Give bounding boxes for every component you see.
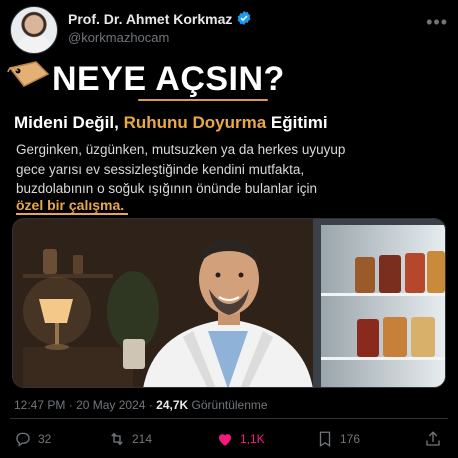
heart-icon (219, 434, 231, 446)
subtitle-part1: Mideni Değil, (14, 113, 124, 132)
avatar[interactable] (10, 6, 58, 54)
author-handle[interactable]: @korkmazhocam (68, 30, 169, 45)
highlight-text: özel bir çalışma. (16, 197, 125, 213)
like-button[interactable]: 1,1K (216, 428, 265, 450)
meta-separator: · (68, 398, 73, 412)
verified-badge-icon (237, 11, 251, 25)
action-bar: 32 214 1,1K 176 (14, 428, 444, 450)
reply-count: 32 (38, 432, 52, 446)
bookmark-count: 176 (340, 432, 361, 446)
more-options-icon[interactable]: ••• (426, 12, 448, 33)
price-tag-icon (7, 61, 50, 87)
repost-count: 214 (132, 432, 153, 446)
subtitle-part2: Eğitimi (266, 113, 328, 132)
divider (10, 418, 448, 419)
share-icon (426, 431, 440, 446)
post-image[interactable] (12, 218, 446, 388)
subtitle-accent: Ruhunu Doyurma (123, 113, 267, 132)
post-date[interactable]: 20 May 2024 (76, 398, 145, 412)
like-count: 1,1K (240, 432, 265, 446)
highlight-underline (16, 213, 128, 215)
tweet-header: Prof. Dr. Ahmet Korkmaz @korkmazhocam ••… (10, 6, 448, 54)
post-time[interactable]: 12:47 PM (14, 398, 65, 412)
reply-icon (16, 432, 30, 447)
body-line: buzdolabının o soğuk ışığının önünde bul… (16, 181, 317, 196)
author-name[interactable]: Prof. Dr. Ahmet Korkmaz (68, 11, 232, 27)
subtitle: Mideni Değil, Ruhunu Doyurma Eğitimi (14, 113, 328, 133)
post-body: Gerginken, üzgünken, mutsuzken ya da her… (16, 140, 416, 199)
headline-underline (138, 99, 268, 101)
bookmark-icon (319, 431, 331, 448)
tweet-meta: 12:47 PM · 20 May 2024 · 24,7K Görüntüle… (14, 398, 268, 412)
headline: NEYE AÇSIN? (52, 60, 285, 98)
views-count: 24,7K (156, 398, 189, 412)
body-line: Gerginken, üzgünken, mutsuzken ya da her… (16, 142, 346, 157)
views-label: Görüntülenme (191, 398, 268, 412)
meta-separator: · (148, 398, 153, 412)
bookmark-button[interactable]: 176 (316, 428, 360, 450)
doctor-kitchen-fridge-photo (13, 219, 445, 387)
repost-button[interactable]: 214 (108, 428, 152, 450)
repost-icon (111, 432, 123, 446)
share-button[interactable] (424, 428, 448, 450)
body-line: gece yarısı ev sessizleştiğinde kendini … (16, 161, 305, 177)
reply-button[interactable]: 32 (14, 428, 51, 450)
